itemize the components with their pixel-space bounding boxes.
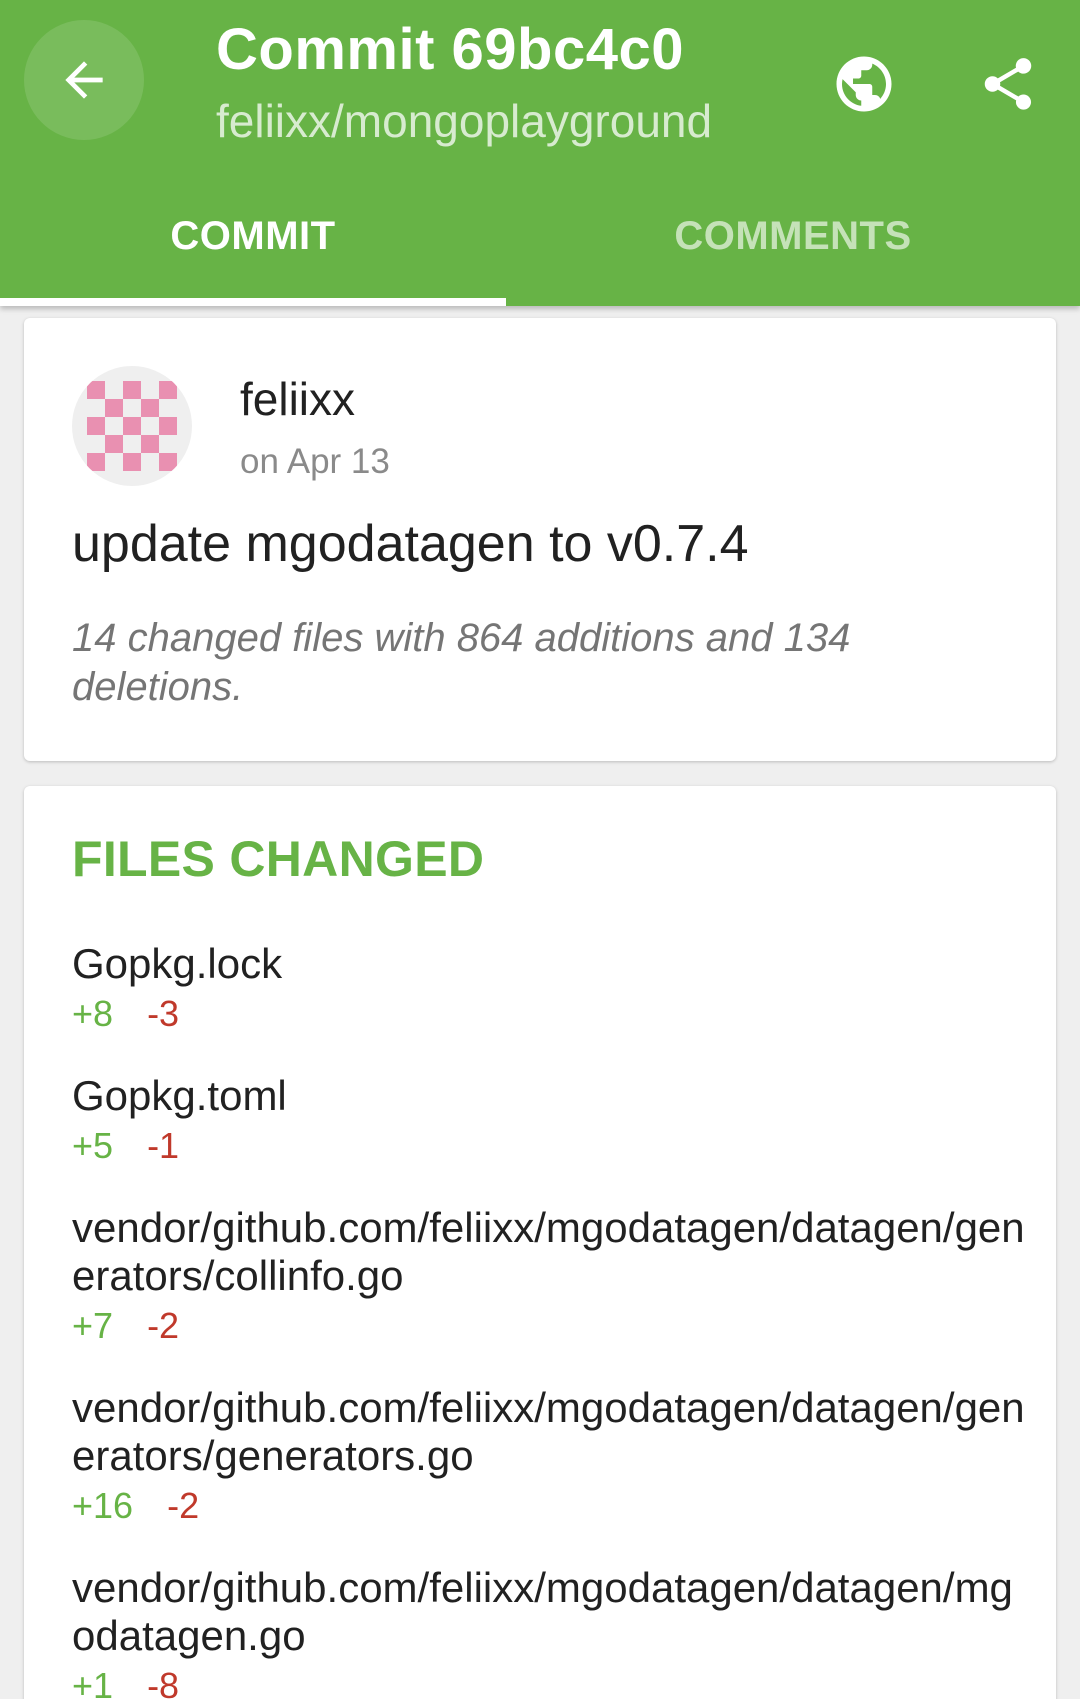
deletions-count: -8 <box>147 1665 180 1699</box>
commit-info-card: feliixx on Apr 13 update mgodatagen to v… <box>24 318 1056 761</box>
deletions-count: -3 <box>147 993 180 1034</box>
tab-commit[interactable]: COMMIT <box>0 196 506 306</box>
file-stats: +1 -8 <box>72 1660 1032 1699</box>
file-name: vendor/github.com/feliixx/mgodatagen/dat… <box>72 1564 1013 1659</box>
open-in-browser-button[interactable] <box>824 44 904 124</box>
repository-name[interactable]: feliixx/mongoplayground <box>216 94 712 148</box>
author-name[interactable]: feliixx <box>240 372 355 426</box>
avatar[interactable] <box>72 366 192 486</box>
file-list: Gopkg.lock +8 -3 Gopkg.toml +5 -1 vendor… <box>72 940 1032 1699</box>
list-item[interactable]: vendor/github.com/feliixx/mgodatagen/dat… <box>72 1564 1032 1699</box>
additions-count: +1 <box>72 1665 114 1699</box>
deletions-count: -2 <box>167 1485 200 1526</box>
tab-commit-label: COMMIT <box>170 214 336 258</box>
file-stats: +8 -3 <box>72 988 1032 1040</box>
deletions-count: -2 <box>147 1305 180 1346</box>
arrow-back-icon <box>65 61 103 99</box>
list-item[interactable]: vendor/github.com/feliixx/mgodatagen/dat… <box>72 1204 1032 1352</box>
identicon-cell <box>105 399 123 417</box>
app-bar: Commit 69bc4c0 feliixx/mongoplayground C… <box>0 0 1080 306</box>
commit-screen: Commit 69bc4c0 feliixx/mongoplayground C… <box>0 0 1080 1699</box>
files-changed-heading: FILES CHANGED <box>72 831 485 887</box>
file-stats: +16 -2 <box>72 1480 1032 1532</box>
change-summary: 14 changed files with 864 additions and … <box>72 616 851 709</box>
tab-comments-label: COMMENTS <box>674 214 912 258</box>
identicon-cell <box>123 417 141 435</box>
additions-count: +8 <box>72 993 114 1034</box>
additions-count: +7 <box>72 1305 114 1346</box>
list-item[interactable]: vendor/github.com/feliixx/mgodatagen/dat… <box>72 1384 1032 1532</box>
globe-icon <box>836 56 892 112</box>
back-button[interactable] <box>24 20 144 140</box>
files-changed-card: FILES CHANGED Gopkg.lock +8 -3 Gopkg.tom… <box>24 786 1056 1699</box>
additions-count: +16 <box>72 1485 134 1526</box>
file-name: Gopkg.lock <box>72 940 283 987</box>
deletions-count: -1 <box>147 1125 180 1166</box>
tab-comments[interactable]: COMMENTS <box>506 196 1080 306</box>
identicon-cell <box>159 381 177 399</box>
identicon-cell <box>105 435 123 453</box>
identicon-cell <box>141 435 159 453</box>
identicon-cell <box>87 381 105 399</box>
file-name: vendor/github.com/feliixx/mgodatagen/dat… <box>72 1384 1025 1479</box>
share-icon <box>984 58 1032 110</box>
share-button[interactable] <box>968 44 1048 124</box>
file-name: Gopkg.toml <box>72 1072 287 1119</box>
identicon-cell <box>87 453 105 471</box>
list-item[interactable]: Gopkg.toml +5 -1 <box>72 1072 1032 1172</box>
file-name: vendor/github.com/feliixx/mgodatagen/dat… <box>72 1204 1025 1299</box>
tab-indicator <box>0 298 506 306</box>
identicon-cell <box>141 399 159 417</box>
list-item[interactable]: Gopkg.lock +8 -3 <box>72 940 1032 1040</box>
identicon-cell <box>87 417 105 435</box>
identicon-cell <box>123 381 141 399</box>
identicon-avatar <box>87 381 177 471</box>
identicon-cell <box>159 453 177 471</box>
commit-message: update mgodatagen to v0.7.4 <box>72 515 749 573</box>
commit-date: on Apr 13 <box>240 442 390 481</box>
file-stats: +5 -1 <box>72 1120 1032 1172</box>
additions-count: +5 <box>72 1125 114 1166</box>
file-stats: +7 -2 <box>72 1300 1032 1352</box>
identicon-cell <box>159 417 177 435</box>
page-title: Commit 69bc4c0 <box>216 17 684 82</box>
identicon-cell <box>123 453 141 471</box>
